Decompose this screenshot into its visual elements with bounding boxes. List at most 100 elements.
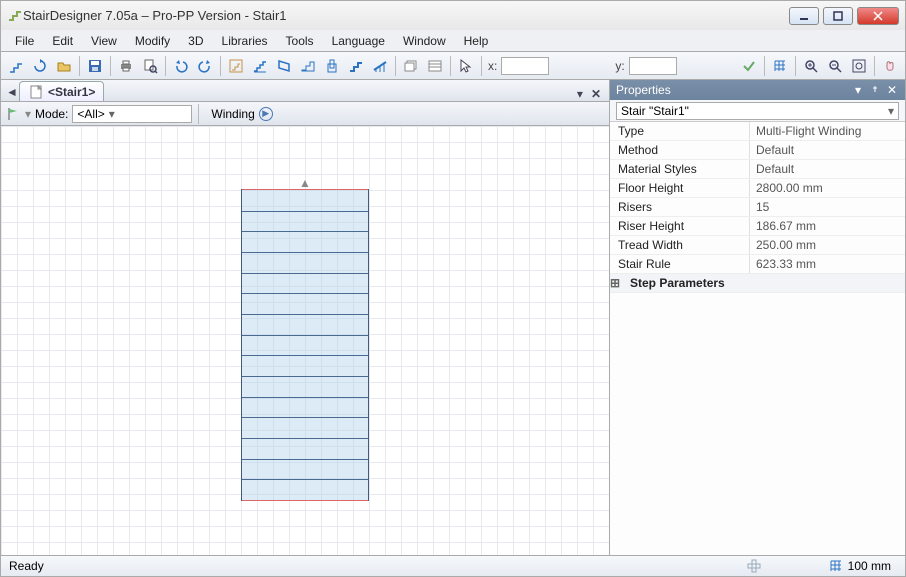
handrail-icon[interactable]	[369, 55, 391, 77]
document-tab-strip: ◄ <Stair1> ▾ ✕	[1, 80, 609, 102]
flag-icon[interactable]	[5, 106, 21, 122]
property-row: MethodDefault	[610, 141, 905, 160]
grid-toggle-icon[interactable]	[769, 55, 791, 77]
separator	[481, 56, 482, 76]
expand-icon: ⊞	[610, 276, 620, 290]
separator	[450, 56, 451, 76]
mode-toolbar: ▾ Mode: <All> ▾ Winding ▶	[1, 102, 609, 126]
tab-close-button[interactable]: ✕	[587, 87, 605, 101]
app-icon	[7, 8, 23, 24]
separator	[165, 56, 166, 76]
status-text: Ready	[9, 559, 44, 573]
zoom-out-icon[interactable]	[824, 55, 846, 77]
separator	[110, 56, 111, 76]
menubar: File Edit View Modify 3D Libraries Tools…	[0, 30, 906, 52]
separator	[79, 56, 80, 76]
document-icon	[28, 84, 44, 100]
panel-close-icon[interactable]: ✕	[885, 83, 899, 97]
zoom-in-icon[interactable]	[800, 55, 822, 77]
mode-label: Mode:	[35, 107, 68, 121]
minimize-button[interactable]	[789, 7, 819, 25]
y-label: y:	[613, 59, 626, 73]
property-row: Floor Height2800.00 mm	[610, 179, 905, 198]
property-row: Material StylesDefault	[610, 160, 905, 179]
winding-button[interactable]: Winding ▶	[205, 107, 278, 121]
canvas-panel: ◄ <Stair1> ▾ ✕ ▾ Mode: <All> ▾ Winding ▶	[1, 80, 609, 555]
property-row: Risers15	[610, 198, 905, 217]
maximize-button[interactable]	[823, 7, 853, 25]
close-button[interactable]	[857, 7, 899, 25]
x-label: x:	[486, 59, 499, 73]
mode-value: <All>	[77, 107, 104, 121]
chevron-down-icon: ▾	[109, 107, 115, 121]
separator	[764, 56, 765, 76]
confirm-icon[interactable]	[738, 55, 760, 77]
menu-view[interactable]: View	[83, 32, 125, 50]
menu-language[interactable]: Language	[324, 32, 393, 50]
zoom-fit-icon[interactable]	[848, 55, 870, 77]
save-icon[interactable]	[84, 55, 106, 77]
pan-icon[interactable]	[879, 55, 901, 77]
direction-arrow-icon: ▲	[299, 176, 311, 190]
panel-icon[interactable]	[273, 55, 295, 77]
layers-icon[interactable]	[400, 55, 422, 77]
drawing-canvas[interactable]: ▲	[1, 126, 609, 555]
property-row: TypeMulti-Flight Winding	[610, 122, 905, 141]
menu-3d[interactable]: 3D	[180, 32, 211, 50]
menu-libraries[interactable]: Libraries	[214, 32, 276, 50]
properties-panel: Properties ▾ ✕ Stair "Stair1" ▾ TypeMult…	[609, 80, 905, 555]
menu-edit[interactable]: Edit	[44, 32, 81, 50]
print-preview-icon[interactable]	[139, 55, 161, 77]
properties-grid: TypeMulti-Flight Winding MethodDefault M…	[610, 122, 905, 555]
print-icon[interactable]	[115, 55, 137, 77]
chevron-down-icon: ▾	[888, 104, 894, 118]
select-icon[interactable]	[455, 55, 477, 77]
separator	[874, 56, 875, 76]
menu-file[interactable]: File	[7, 32, 42, 50]
statusbar: Ready 100 mm	[0, 555, 906, 577]
newel-icon[interactable]	[321, 55, 343, 77]
menu-help[interactable]: Help	[456, 32, 497, 50]
menu-modify[interactable]: Modify	[127, 32, 178, 50]
tab-dropdown-icon[interactable]: ▾	[573, 87, 587, 101]
undo-icon[interactable]	[170, 55, 192, 77]
string-icon[interactable]	[297, 55, 319, 77]
properties-icon[interactable]	[424, 55, 446, 77]
separator	[795, 56, 796, 76]
menu-tools[interactable]: Tools	[278, 32, 322, 50]
step-icon[interactable]	[345, 55, 367, 77]
separator	[395, 56, 396, 76]
open-icon[interactable]	[53, 55, 75, 77]
panel-menu-icon[interactable]: ▾	[851, 83, 865, 97]
x-input[interactable]	[501, 57, 549, 75]
winding-label: Winding	[211, 107, 254, 121]
object-name: Stair "Stair1"	[621, 104, 689, 118]
menu-window[interactable]: Window	[395, 32, 454, 50]
snap-icon[interactable]	[746, 558, 762, 574]
property-row: Stair Rule623.33 mm	[610, 255, 905, 274]
view-elevation-icon[interactable]	[249, 55, 271, 77]
properties-object-selector: Stair "Stair1" ▾	[610, 100, 905, 122]
separator	[220, 56, 221, 76]
grid-icon	[828, 558, 844, 574]
new-stair-icon[interactable]	[5, 55, 27, 77]
toolbar: x: y:	[0, 52, 906, 80]
document-tab-stair1[interactable]: <Stair1>	[19, 81, 104, 101]
object-dropdown[interactable]: Stair "Stair1" ▾	[616, 102, 899, 120]
stair-plan-shape[interactable]	[241, 189, 369, 501]
property-row: Tread Width250.00 mm	[610, 236, 905, 255]
y-input[interactable]	[629, 57, 677, 75]
property-group-step-parameters[interactable]: ⊞ Step Parameters	[610, 274, 905, 293]
winding-arrow-icon: ▶	[259, 107, 273, 121]
properties-title: Properties	[616, 83, 671, 97]
tab-prev-button[interactable]: ◄	[5, 83, 19, 101]
properties-header: Properties ▾ ✕	[610, 80, 905, 100]
separator	[198, 104, 199, 124]
refresh-icon[interactable]	[29, 55, 51, 77]
mode-select[interactable]: <All> ▾	[72, 105, 192, 123]
grid-size-indicator[interactable]: 100 mm	[822, 558, 897, 574]
view-stair-icon[interactable]	[225, 55, 247, 77]
titlebar: StairDesigner 7.05a – Pro-PP Version - S…	[0, 0, 906, 30]
redo-icon[interactable]	[194, 55, 216, 77]
panel-pin-icon[interactable]	[868, 83, 882, 97]
